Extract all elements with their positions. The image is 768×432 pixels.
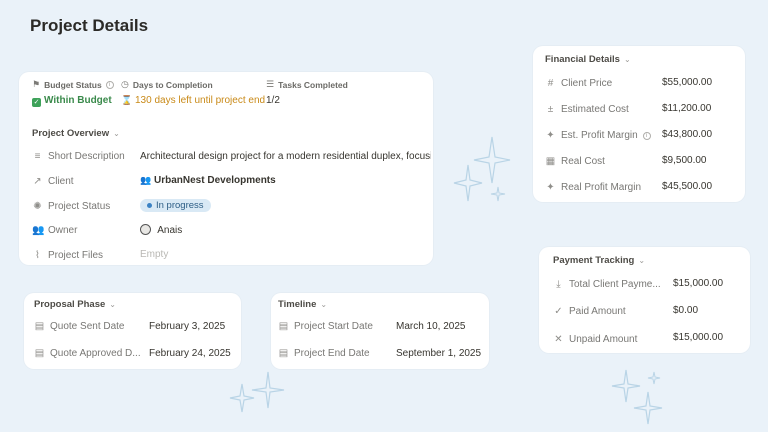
page-title: Project Details bbox=[30, 16, 149, 35]
total-client-payment-label[interactable]: ⤓ Total Client Payme... bbox=[553, 279, 660, 290]
project-end-date-label[interactable]: ▤ Project End Date bbox=[278, 348, 370, 359]
project-files-label[interactable]: ⌇ Project Files bbox=[32, 250, 103, 261]
timeline-header[interactable]: Timeline ⌄ bbox=[278, 299, 327, 310]
project-overview-card: ⚑ Budget Status i ◷ Days to Completion ☰… bbox=[19, 72, 433, 265]
tasks-completed-value[interactable]: 1/2 bbox=[266, 95, 280, 106]
quote-approved-date-label[interactable]: ▤ Quote Approved D... bbox=[34, 348, 141, 359]
hash-icon: # bbox=[547, 78, 554, 89]
short-description-label[interactable]: ≡ Short Description bbox=[32, 151, 125, 162]
client-price-value[interactable]: $55,000.00 bbox=[662, 77, 712, 88]
estimated-cost-value[interactable]: $11,200.00 bbox=[662, 103, 711, 114]
real-profit-margin-label[interactable]: ✦ Real Profit Margin bbox=[545, 182, 641, 193]
sparkles-icon: ✦ bbox=[546, 182, 555, 193]
quote-approved-date-value[interactable]: February 24, 2025 bbox=[149, 348, 231, 359]
hourglass-icon: ⌛ bbox=[121, 95, 133, 105]
payment-tracking-header[interactable]: Payment Tracking ⌄ bbox=[553, 255, 645, 266]
unpaid-amount-label[interactable]: ✕ Unpaid Amount bbox=[553, 334, 637, 345]
project-end-date-value[interactable]: September 1, 2025 bbox=[396, 348, 481, 359]
clock-icon: ◷ bbox=[121, 79, 129, 89]
check-icon: ✓ bbox=[554, 306, 563, 317]
calculator-icon: ▦ bbox=[545, 156, 556, 167]
chevron-down-icon[interactable]: ⌄ bbox=[624, 55, 631, 64]
paid-amount-value[interactable]: $0.00 bbox=[673, 305, 698, 316]
project-status-value[interactable]: In progress bbox=[140, 199, 211, 212]
client-price-label[interactable]: # Client Price bbox=[545, 78, 612, 89]
paid-amount-label[interactable]: ✓ Paid Amount bbox=[553, 306, 625, 317]
financial-details-header[interactable]: Financial Details ⌄ bbox=[545, 54, 631, 65]
estimated-cost-label[interactable]: ± Estimated Cost bbox=[545, 104, 629, 115]
chevron-down-icon[interactable]: ⌄ bbox=[109, 300, 116, 309]
project-start-date-label[interactable]: ▤ Project Start Date bbox=[278, 321, 373, 332]
x-icon: ✕ bbox=[554, 334, 563, 345]
arrow-up-right-icon: ↗ bbox=[33, 176, 42, 187]
loading-icon: ✺ bbox=[33, 201, 42, 212]
real-cost-label[interactable]: ▦ Real Cost bbox=[545, 156, 605, 167]
chevron-down-icon[interactable]: ⌄ bbox=[638, 256, 645, 265]
calendar-icon: ▤ bbox=[34, 348, 45, 359]
people-icon: 👥 bbox=[32, 225, 45, 236]
chevron-down-icon[interactable]: ⌄ bbox=[320, 300, 327, 309]
owner-label[interactable]: 👥 Owner bbox=[32, 225, 77, 236]
real-profit-margin-value[interactable]: $45,500.00 bbox=[662, 181, 712, 192]
timeline-card: Timeline ⌄ ▤ Project Start Date March 10… bbox=[271, 293, 489, 369]
info-icon[interactable]: i bbox=[642, 131, 651, 140]
financial-details-card: Financial Details ⌄ # Client Price $55,0… bbox=[533, 46, 745, 202]
owner-value[interactable]: Anais bbox=[140, 224, 182, 236]
quote-sent-date-value[interactable]: February 3, 2025 bbox=[149, 321, 225, 332]
project-files-value[interactable]: Empty bbox=[140, 249, 168, 260]
proposal-phase-card: Proposal Phase ⌄ ▤ Quote Sent Date Febru… bbox=[24, 293, 241, 369]
sparkle-decoration bbox=[453, 136, 511, 202]
est-profit-margin-label[interactable]: ✦ Est. Profit Margin i bbox=[545, 130, 651, 141]
sparkle-decoration bbox=[611, 369, 663, 425]
status-dot-icon bbox=[147, 203, 152, 208]
flag-icon: ⚑ bbox=[32, 79, 41, 89]
days-to-completion-label[interactable]: ◷ Days to Completion bbox=[121, 79, 213, 90]
people-icon: 👥 bbox=[140, 175, 152, 185]
short-description-value[interactable]: Architectural design project for a moder… bbox=[140, 151, 431, 162]
unpaid-amount-value[interactable]: $15,000.00 bbox=[673, 332, 723, 343]
calendar-icon: ▤ bbox=[278, 321, 289, 332]
project-overview-header[interactable]: Project Overview ⌄ bbox=[32, 128, 120, 139]
checklist-icon: ☰ bbox=[266, 79, 275, 89]
project-status-label[interactable]: ✺ Project Status bbox=[32, 201, 110, 212]
est-profit-margin-value[interactable]: $43,800.00 bbox=[662, 129, 712, 140]
real-cost-value[interactable]: $9,500.00 bbox=[662, 155, 707, 166]
paperclip-icon: ⌇ bbox=[35, 250, 40, 261]
checkbox-icon: ✓ bbox=[32, 98, 41, 107]
status-badge[interactable]: In progress bbox=[140, 199, 211, 212]
text-lines-icon: ≡ bbox=[34, 151, 41, 162]
sparkles-icon: ✦ bbox=[546, 130, 555, 141]
chevron-down-icon[interactable]: ⌄ bbox=[113, 129, 120, 138]
budget-status-value[interactable]: ✓ Within Budget bbox=[32, 95, 112, 107]
calendar-icon: ▤ bbox=[278, 348, 289, 359]
budget-status-label[interactable]: ⚑ Budget Status i bbox=[32, 79, 114, 90]
proposal-phase-header[interactable]: Proposal Phase ⌄ bbox=[34, 299, 116, 310]
tasks-completed-label[interactable]: ☰ Tasks Completed bbox=[266, 79, 348, 90]
calendar-icon: ▤ bbox=[34, 321, 45, 332]
sparkle-decoration bbox=[229, 371, 285, 413]
info-icon[interactable]: i bbox=[105, 80, 114, 89]
days-to-completion-value[interactable]: ⌛ 130 days left until project end bbox=[121, 95, 265, 106]
payment-tracking-card: Payment Tracking ⌄ ⤓ Total Client Payme.… bbox=[539, 247, 750, 353]
avatar bbox=[140, 224, 151, 235]
total-client-payment-value[interactable]: $15,000.00 bbox=[673, 278, 723, 289]
client-value[interactable]: 👥 UrbanNest Developments bbox=[140, 175, 276, 186]
calculator-icon: ± bbox=[547, 104, 554, 115]
client-label[interactable]: ↗ Client bbox=[32, 176, 73, 187]
download-icon: ⤓ bbox=[556, 279, 561, 290]
project-start-date-value[interactable]: March 10, 2025 bbox=[396, 321, 466, 332]
quote-sent-date-label[interactable]: ▤ Quote Sent Date bbox=[34, 321, 125, 332]
